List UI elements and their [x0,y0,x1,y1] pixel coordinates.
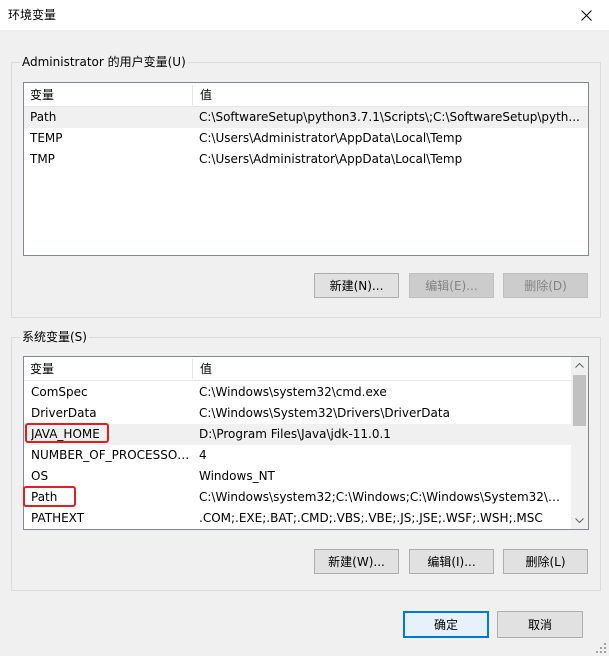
java-home-highlight [25,423,109,443]
column-header-variable[interactable]: 变量 [24,357,192,381]
cancel-button[interactable]: 取消 [497,611,583,638]
table-row[interactable]: PATHEXT .COM;.EXE;.BAT;.CMD;.VBS;.VBE;.J… [24,508,573,529]
column-header-variable[interactable]: 变量 [24,83,192,107]
user-new-button[interactable]: 新建(N)... [314,273,399,298]
system-edit-button[interactable]: 编辑(I)... [409,549,494,574]
vertical-scrollbar[interactable] [571,357,588,529]
table-row[interactable]: DriverData C:\Windows\System32\Drivers\D… [24,403,573,424]
variable-value: C:\Windows\system32\cmd.exe [199,385,387,399]
variable-name: PATHEXT [31,511,85,525]
table-row[interactable]: ComSpec C:\Windows\system32\cmd.exe [24,382,573,403]
scroll-thumb[interactable] [573,375,586,426]
table-row[interactable]: NUMBER_OF_PROCESSORS 4 [24,445,573,466]
variable-name: NUMBER_OF_PROCESSORS [31,448,193,462]
table-row[interactable]: TMP C:\Users\Administrator\AppData\Local… [24,149,588,170]
window-title: 环境变量 [8,8,57,22]
variable-value: C:\Windows\System32\Drivers\DriverData [199,406,450,420]
variable-name: TMP [30,152,55,166]
chevron-down-icon [575,518,584,523]
variable-value: C:\Users\Administrator\AppData\Local\Tem… [199,152,463,166]
column-divider[interactable] [192,85,193,105]
variable-name: ComSpec [31,385,88,399]
variable-value: C:\Users\Administrator\AppData\Local\Tem… [199,131,463,145]
system-variables-label: 系统变量(S) [20,329,89,345]
chevron-up-icon [575,363,584,368]
ok-button[interactable]: 确定 [403,611,489,638]
variable-value: .COM;.EXE;.BAT;.CMD;.VBS;.VBE;.JS;.JSE;.… [199,511,543,525]
list-header: 变量 值 [24,357,573,381]
variable-name: Path [30,110,57,124]
variable-name: DriverData [31,406,97,420]
column-header-value[interactable]: 值 [194,83,212,107]
table-row[interactable]: TEMP C:\Users\Administrator\AppData\Loca… [24,128,588,149]
close-icon [580,9,592,21]
user-variables-list[interactable]: 变量 值 Path C:\SoftwareSetup\python3.7.1\S… [23,82,589,256]
table-row[interactable]: OS Windows_NT [24,466,573,487]
system-new-button[interactable]: 新建(W)... [314,549,399,574]
path-highlight [23,486,76,507]
variable-value: 4 [199,448,207,462]
resize-grip-icon[interactable] [596,643,607,654]
title-bar: 环境变量 [0,0,609,30]
variable-value: C:\SoftwareSetup\python3.7.1\Scripts\;C:… [199,110,580,124]
user-variables-label: Administrator 的用户变量(U) [20,54,188,70]
scroll-down-button[interactable] [571,512,588,529]
variable-value: C:\Windows\system32;C:\Windows;C:\Window… [199,490,569,504]
table-row[interactable]: Path C:\SoftwareSetup\python3.7.1\Script… [24,107,588,128]
list-header: 变量 值 [24,83,588,107]
variable-value: Windows_NT [199,469,275,483]
variable-value: D:\Program Files\Java\jdk-11.0.1 [199,427,391,441]
variable-name: OS [31,469,49,483]
system-delete-button[interactable]: 删除(L) [503,549,588,574]
user-delete-button[interactable]: 删除(D) [503,273,588,298]
table-row[interactable]: Path C:\Windows\system32;C:\Windows;C:\W… [24,487,573,508]
column-divider[interactable] [192,359,193,379]
system-variables-list[interactable]: 变量 值 ComSpec C:\Windows\system32\cmd.exe… [23,356,589,530]
scroll-up-button[interactable] [571,357,588,374]
column-header-value[interactable]: 值 [194,357,212,381]
user-edit-button[interactable]: 编辑(E)... [409,273,494,298]
close-button[interactable] [563,0,609,30]
variable-name: TEMP [30,131,63,145]
